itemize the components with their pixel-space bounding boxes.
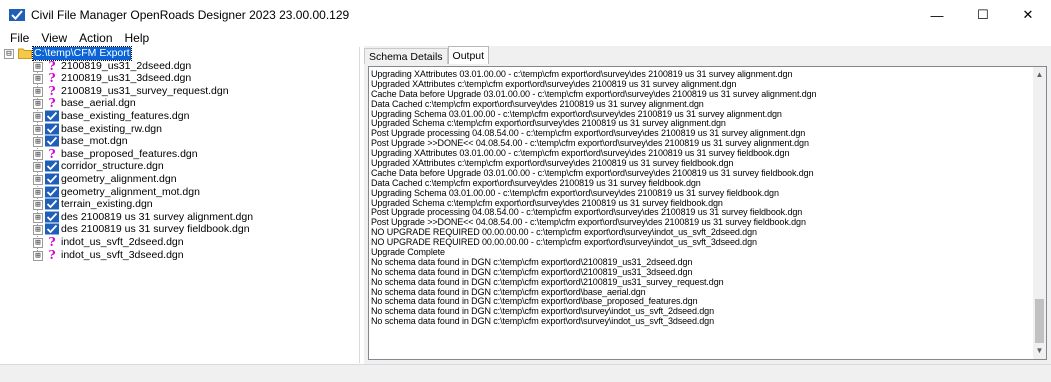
check-icon [45, 211, 59, 223]
question-icon: ? [48, 234, 56, 249]
expand-expander-icon[interactable]: ⊞ [33, 86, 43, 97]
tree-item-label[interactable]: 2100819_us31_survey_request.dgn [61, 85, 229, 98]
file-tree-pane: ⊟ C:\temp\CFM Export ⊞? 2100819_us31_2dse… [2, 46, 360, 363]
collapse-expander-icon[interactable]: ⊟ [4, 49, 14, 59]
tree-item-label[interactable]: geometry_alignment_mot.dgn [61, 186, 200, 199]
check-icon [45, 186, 59, 198]
tree-item-label[interactable]: base_mot.dgn [61, 135, 128, 148]
check-icon [45, 110, 59, 122]
details-pane: Schema Details Output Upgrading XAttribu… [364, 46, 1051, 364]
tree-item-label[interactable]: corridor_structure.dgn [61, 160, 164, 173]
expand-expander-icon[interactable]: ⊞ [33, 212, 43, 223]
tree-item-label[interactable]: base_existing_rw.dgn [61, 123, 162, 136]
tree-root-label[interactable]: C:\temp\CFM Export [32, 46, 132, 61]
check-icon [45, 198, 59, 210]
tree-item[interactable]: ⊞ base_existing_features.dgn [2, 110, 359, 123]
menu-file[interactable]: File [0, 30, 35, 46]
menu-action[interactable]: Action [73, 30, 118, 46]
expand-expander-icon[interactable]: ⊞ [33, 124, 43, 135]
scroll-down-icon[interactable]: ▼ [1033, 345, 1046, 357]
scroll-up-icon[interactable]: ▲ [1033, 69, 1046, 81]
tree-item-label[interactable]: 2100819_us31_3dseed.dgn [61, 72, 191, 85]
expand-expander-icon[interactable]: ⊞ [33, 61, 43, 72]
expand-expander-icon[interactable]: ⊞ [33, 74, 43, 85]
title-bar: Civil File Manager OpenRoads Designer 20… [0, 0, 1051, 30]
tree-item[interactable]: ⊞? 2100819_us31_survey_request.dgn [2, 85, 359, 98]
tree-item[interactable]: ⊞? 2100819_us31_2dseed.dgn [2, 60, 359, 73]
check-icon [45, 160, 59, 172]
scroll-thumb[interactable] [1035, 299, 1044, 343]
folder-icon [18, 48, 32, 59]
tree-item[interactable]: ⊞ base_existing_rw.dgn [2, 123, 359, 136]
question-icon: ? [48, 247, 56, 262]
tree-root-folder[interactable]: ⊟ C:\temp\CFM Export [2, 46, 359, 61]
vertical-scrollbar[interactable]: ▲ ▼ [1033, 67, 1046, 359]
expand-expander-icon[interactable]: ⊞ [33, 149, 43, 160]
tree-item-label[interactable]: terrain_existing.dgn [61, 198, 153, 211]
check-icon [45, 223, 59, 235]
tree-item[interactable]: ⊞? indot_us_svft_3dseed.dgn [2, 249, 359, 262]
expand-expander-icon[interactable]: ⊞ [33, 111, 43, 122]
status-bar [0, 364, 1051, 382]
expand-expander-icon[interactable]: ⊞ [33, 99, 43, 110]
expand-expander-icon[interactable]: ⊞ [33, 225, 43, 236]
check-icon [45, 135, 59, 147]
minimize-button[interactable]: — [914, 0, 960, 30]
question-icon: ? [48, 71, 56, 86]
window-title: Civil File Manager OpenRoads Designer 20… [31, 8, 350, 22]
tree-item-label[interactable]: indot_us_svft_2dseed.dgn [61, 236, 184, 249]
tab-output[interactable]: Output [447, 46, 490, 64]
tree-item[interactable]: ⊞ terrain_existing.dgn [2, 198, 359, 211]
file-tree: ⊟ C:\temp\CFM Export ⊞? 2100819_us31_2dse… [2, 46, 359, 262]
tree-item[interactable]: ⊞ geometry_alignment_mot.dgn [2, 186, 359, 199]
tree-item-label[interactable]: base_proposed_features.dgn [61, 148, 198, 161]
menu-help[interactable]: Help [119, 30, 156, 46]
close-button[interactable]: ✕ [1005, 0, 1051, 30]
expand-expander-icon[interactable]: ⊞ [33, 187, 43, 198]
tree-item[interactable]: ⊞ des 2100819 us 31 survey fieldbook.dgn [2, 223, 359, 236]
tab-strip: Schema Details Output [364, 46, 490, 64]
tree-item[interactable]: ⊞ base_mot.dgn [2, 135, 359, 148]
tree-item-label[interactable]: base_existing_features.dgn [61, 110, 189, 123]
expand-expander-icon[interactable]: ⊞ [33, 137, 43, 148]
tree-item-label[interactable]: 2100819_us31_2dseed.dgn [61, 60, 191, 73]
menu-bar: File View Action Help [0, 30, 1051, 46]
tree-item-label[interactable]: des 2100819 us 31 survey fieldbook.dgn [61, 223, 250, 236]
output-log: Upgrading XAttributes 03.01.00.00 - c:\t… [371, 70, 1031, 327]
tree-item[interactable]: ⊞? 2100819_us31_3dseed.dgn [2, 72, 359, 85]
tree-item[interactable]: ⊞? indot_us_svft_2dseed.dgn [2, 236, 359, 249]
tree-item[interactable]: ⊞ corridor_structure.dgn [2, 160, 359, 173]
tree-item-label[interactable]: base_aerial.dgn [61, 97, 136, 110]
check-icon [45, 123, 59, 135]
tree-item-label[interactable]: des 2100819 us 31 survey alignment.dgn [61, 211, 253, 224]
output-log-box[interactable]: Upgrading XAttributes 03.01.00.00 - c:\t… [368, 66, 1047, 360]
app-check-icon [9, 9, 25, 21]
tree-item[interactable]: ⊞? base_proposed_features.dgn [2, 148, 359, 161]
output-log-line: NO UPGRADE REQUIRED 00.00.00.00 - c:\tem… [371, 237, 757, 248]
menu-view[interactable]: View [35, 30, 73, 46]
tree-item[interactable]: ⊞ des 2100819 us 31 survey alignment.dgn [2, 211, 359, 224]
question-icon: ? [48, 146, 56, 161]
output-log-line: No schema data found in DGN c:\temp\cfm … [371, 316, 714, 327]
tree-item-label[interactable]: geometry_alignment.dgn [61, 173, 177, 186]
expand-expander-icon[interactable]: ⊞ [33, 162, 43, 173]
expand-expander-icon[interactable]: ⊞ [33, 200, 43, 211]
tree-item[interactable]: ⊞? base_aerial.dgn [2, 97, 359, 110]
expand-expander-icon[interactable]: ⊞ [33, 174, 43, 185]
expand-expander-icon[interactable]: ⊞ [33, 250, 43, 261]
tree-item[interactable]: ⊞ geometry_alignment.dgn [2, 173, 359, 186]
tree-item-label[interactable]: indot_us_svft_3dseed.dgn [61, 249, 184, 262]
maximize-button[interactable]: ☐ [960, 0, 1006, 30]
question-icon: ? [48, 96, 56, 111]
question-icon: ? [48, 83, 56, 98]
expand-expander-icon[interactable]: ⊞ [33, 237, 43, 248]
tab-schema-details[interactable]: Schema Details [364, 48, 448, 64]
check-icon [45, 173, 59, 185]
question-icon: ? [48, 58, 56, 73]
